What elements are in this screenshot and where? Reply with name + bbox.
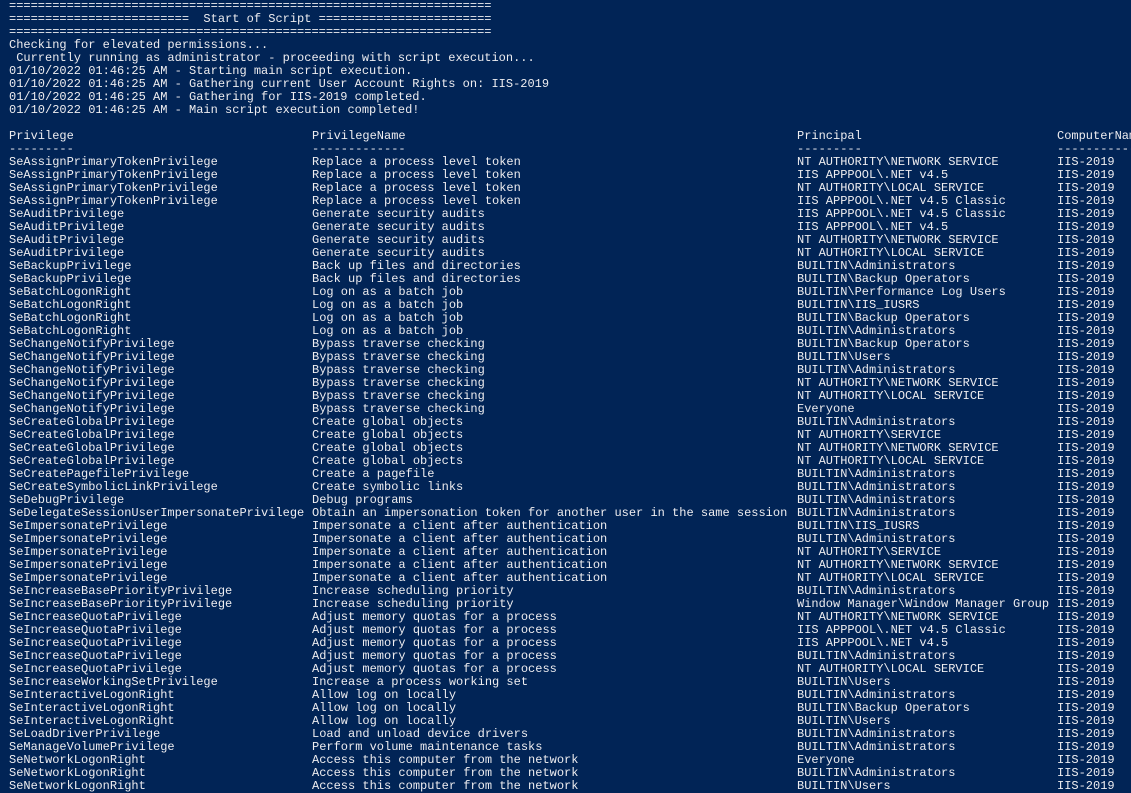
table-row: SeInteractiveLogonRight Allow log on loca…: [9, 715, 1131, 728]
table-row: SeAuditPrivilege Generate security audits…: [9, 208, 1131, 221]
table-row: SeBatchLogonRight Log on as a batch job BU…: [9, 286, 1131, 299]
table-row: SeAuditPrivilege Generate security audits…: [9, 247, 1131, 260]
table-row: SeChangeNotifyPrivilege Bypass traverse c…: [9, 338, 1131, 351]
table-row: SeChangeNotifyPrivilege Bypass traverse c…: [9, 390, 1131, 403]
computer-name-cell: IIS-2019: [1057, 779, 1115, 793]
table-row: SeCreateSymbolicLinkPrivilege Create symb…: [9, 481, 1131, 494]
table-row: SeBatchLogonRight Log on as a batch job BU…: [9, 312, 1131, 325]
table-row: SeCreateGlobalPrivilege Create global obj…: [9, 416, 1131, 429]
powershell-console-output: ========================================…: [9, 0, 1131, 793]
table-row: SeIncreaseWorkingSetPrivilege Increase a …: [9, 676, 1131, 689]
table-header-row: Privilege PrivilegeName Principal Comput…: [9, 130, 1131, 143]
privilege-cell: SeNetworkLogonRight: [9, 779, 146, 793]
privilege-name-cell: Access this computer from the network: [312, 779, 579, 793]
table-row: SeChangeNotifyPrivilege Bypass traverse c…: [9, 403, 1131, 416]
log-line: 01/10/2022 01:46:25 AM - Main script exe…: [9, 103, 420, 117]
principal-cell: BUILTIN\Users: [797, 779, 891, 793]
table-row: SeChangeNotifyPrivilege Bypass traverse c…: [9, 351, 1131, 364]
table-row: SeNetworkLogonRight Access this computer …: [9, 780, 1131, 793]
table-row: SeInteractiveLogonRight Allow log on loca…: [9, 702, 1131, 715]
table-row: SeLoadDriverPrivilege Load and unload dev…: [9, 728, 1131, 741]
